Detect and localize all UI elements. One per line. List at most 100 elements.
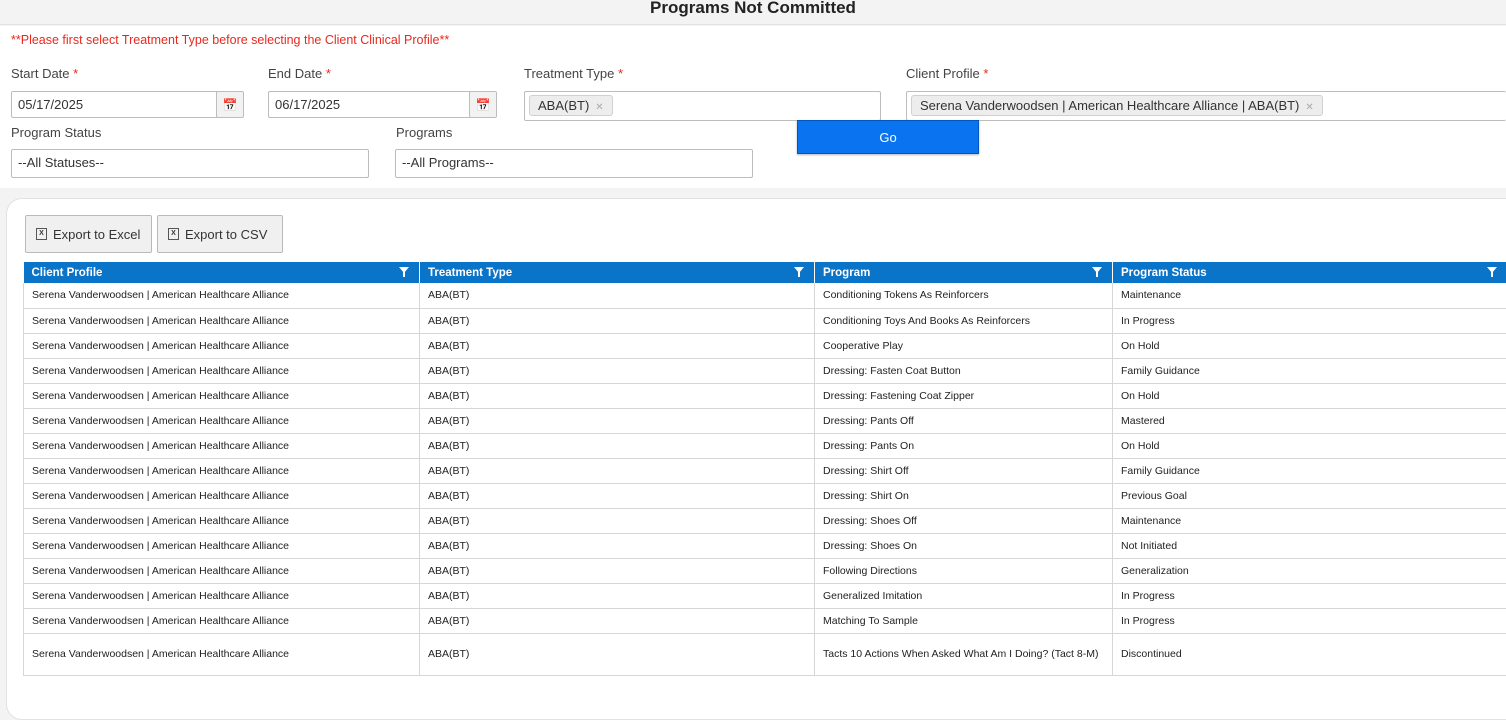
- cell-client-profile: Serena Vanderwoodsen | American Healthca…: [24, 533, 420, 558]
- table-row[interactable]: Serena Vanderwoodsen | American Healthca…: [24, 408, 1506, 433]
- title-bar: Programs Not Committed: [0, 0, 1506, 25]
- export-excel-button[interactable]: X Export to Excel: [25, 215, 152, 253]
- cell-client-profile: Serena Vanderwoodsen | American Healthca…: [24, 458, 420, 483]
- client-profile-label: Client Profile *: [906, 66, 988, 81]
- cell-treatment-type: ABA(BT): [420, 433, 815, 458]
- table-row[interactable]: Serena Vanderwoodsen | American Healthca…: [24, 483, 1506, 508]
- cell-program-status: Not Initiated: [1113, 533, 1506, 558]
- table-row[interactable]: Serena Vanderwoodsen | American Healthca…: [24, 308, 1506, 333]
- cell-treatment-type: ABA(BT): [420, 533, 815, 558]
- remove-tag-icon[interactable]: ✕: [595, 102, 603, 113]
- end-date-label: End Date *: [268, 66, 331, 81]
- cell-program: Dressing: Pants On: [815, 433, 1113, 458]
- cell-client-profile: Serena Vanderwoodsen | American Healthca…: [24, 308, 420, 333]
- filter-icon[interactable]: [1092, 267, 1102, 273]
- cell-treatment-type: ABA(BT): [420, 558, 815, 583]
- required-mark: *: [618, 66, 623, 81]
- calendar-icon[interactable]: 📅: [216, 91, 244, 118]
- cell-program: Dressing: Fastening Coat Zipper: [815, 383, 1113, 408]
- filter-icon[interactable]: [399, 267, 409, 273]
- cell-treatment-type: ABA(BT): [420, 308, 815, 333]
- cell-program-status: Discontinued: [1113, 633, 1506, 675]
- cell-program: Cooperative Play: [815, 333, 1113, 358]
- cell-program: Dressing: Fasten Coat Button: [815, 358, 1113, 383]
- filter-icon[interactable]: [1487, 267, 1497, 273]
- required-mark: *: [983, 66, 988, 81]
- cell-client-profile: Serena Vanderwoodsen | American Healthca…: [24, 558, 420, 583]
- column-header-program-status[interactable]: Program Status: [1113, 262, 1506, 283]
- table-row[interactable]: Serena Vanderwoodsen | American Healthca…: [24, 633, 1506, 675]
- table-row[interactable]: Serena Vanderwoodsen | American Healthca…: [24, 558, 1506, 583]
- treatment-type-select[interactable]: ABA(BT)✕: [524, 91, 881, 121]
- cell-program-status: Family Guidance: [1113, 458, 1506, 483]
- remove-tag-icon[interactable]: ✕: [1305, 102, 1313, 113]
- cell-treatment-type: ABA(BT): [420, 508, 815, 533]
- table-row[interactable]: Serena Vanderwoodsen | American Healthca…: [24, 458, 1506, 483]
- cell-program-status: On Hold: [1113, 433, 1506, 458]
- calendar-icon[interactable]: 📅: [469, 91, 497, 118]
- cell-program: Tacts 10 Actions When Asked What Am I Do…: [815, 633, 1113, 675]
- cell-program: Dressing: Shoes On: [815, 533, 1113, 558]
- cell-client-profile: Serena Vanderwoodsen | American Healthca…: [24, 358, 420, 383]
- cell-program: Dressing: Shirt On: [815, 483, 1113, 508]
- treatment-warning: **Please first select Treatment Type bef…: [11, 33, 449, 47]
- cell-program-status: Family Guidance: [1113, 358, 1506, 383]
- cell-client-profile: Serena Vanderwoodsen | American Healthca…: [24, 333, 420, 358]
- start-date-field[interactable]: 05/17/2025 📅: [11, 91, 244, 118]
- column-header-client-profile[interactable]: Client Profile: [24, 262, 420, 283]
- programs-label: Programs: [396, 125, 452, 140]
- client-profile-tag[interactable]: Serena Vanderwoodsen | American Healthca…: [911, 95, 1323, 116]
- cell-program: Dressing: Shoes Off: [815, 508, 1113, 533]
- cell-treatment-type: ABA(BT): [420, 608, 815, 633]
- cell-treatment-type: ABA(BT): [420, 383, 815, 408]
- cell-treatment-type: ABA(BT): [420, 283, 815, 308]
- filter-icon[interactable]: [794, 267, 804, 273]
- program-status-select[interactable]: --All Statuses--: [11, 149, 369, 178]
- treatment-type-tag[interactable]: ABA(BT)✕: [529, 95, 613, 116]
- program-status-label: Program Status: [11, 125, 101, 140]
- cell-program: Following Directions: [815, 558, 1113, 583]
- cell-program: Dressing: Pants Off: [815, 408, 1113, 433]
- cell-program: Generalized Imitation: [815, 583, 1113, 608]
- cell-client-profile: Serena Vanderwoodsen | American Healthca…: [24, 583, 420, 608]
- cell-treatment-type: ABA(BT): [420, 483, 815, 508]
- table-header-row: Client Profile Treatment Type Program Pr…: [24, 262, 1506, 283]
- filter-panel: **Please first select Treatment Type bef…: [0, 26, 1506, 188]
- table-row[interactable]: Serena Vanderwoodsen | American Healthca…: [24, 508, 1506, 533]
- programs-select[interactable]: --All Programs--: [395, 149, 753, 178]
- column-header-treatment-type[interactable]: Treatment Type: [420, 262, 815, 283]
- cell-treatment-type: ABA(BT): [420, 333, 815, 358]
- cell-client-profile: Serena Vanderwoodsen | American Healthca…: [24, 633, 420, 675]
- cell-program-status: Generalization: [1113, 558, 1506, 583]
- table-row[interactable]: Serena Vanderwoodsen | American Healthca…: [24, 358, 1506, 383]
- required-mark: *: [326, 66, 331, 81]
- table-row[interactable]: Serena Vanderwoodsen | American Healthca…: [24, 583, 1506, 608]
- end-date-field[interactable]: 06/17/2025 📅: [268, 91, 497, 118]
- table-row[interactable]: Serena Vanderwoodsen | American Healthca…: [24, 608, 1506, 633]
- cell-program: Conditioning Tokens As Reinforcers: [815, 283, 1113, 308]
- cell-treatment-type: ABA(BT): [420, 408, 815, 433]
- cell-program: Matching To Sample: [815, 608, 1113, 633]
- treatment-type-label: Treatment Type *: [524, 66, 623, 81]
- start-date-label: Start Date *: [11, 66, 78, 81]
- export-csv-button[interactable]: X Export to CSV: [157, 215, 283, 253]
- cell-program-status: On Hold: [1113, 333, 1506, 358]
- table-row[interactable]: Serena Vanderwoodsen | American Healthca…: [24, 333, 1506, 358]
- go-button[interactable]: Go: [797, 120, 979, 154]
- cell-treatment-type: ABA(BT): [420, 583, 815, 608]
- excel-icon: X: [36, 228, 47, 240]
- cell-client-profile: Serena Vanderwoodsen | American Healthca…: [24, 508, 420, 533]
- required-mark: *: [73, 66, 78, 81]
- table-row[interactable]: Serena Vanderwoodsen | American Healthca…: [24, 533, 1506, 558]
- table-row[interactable]: Serena Vanderwoodsen | American Healthca…: [24, 283, 1506, 308]
- table-row[interactable]: Serena Vanderwoodsen | American Healthca…: [24, 433, 1506, 458]
- cell-program-status: In Progress: [1113, 308, 1506, 333]
- column-header-program[interactable]: Program: [815, 262, 1113, 283]
- client-profile-select[interactable]: Serena Vanderwoodsen | American Healthca…: [906, 91, 1506, 121]
- results-panel: X Export to Excel X Export to CSV Client…: [6, 198, 1506, 720]
- cell-program-status: Previous Goal: [1113, 483, 1506, 508]
- cell-client-profile: Serena Vanderwoodsen | American Healthca…: [24, 483, 420, 508]
- cell-program: Conditioning Toys And Books As Reinforce…: [815, 308, 1113, 333]
- cell-client-profile: Serena Vanderwoodsen | American Healthca…: [24, 433, 420, 458]
- table-row[interactable]: Serena Vanderwoodsen | American Healthca…: [24, 383, 1506, 408]
